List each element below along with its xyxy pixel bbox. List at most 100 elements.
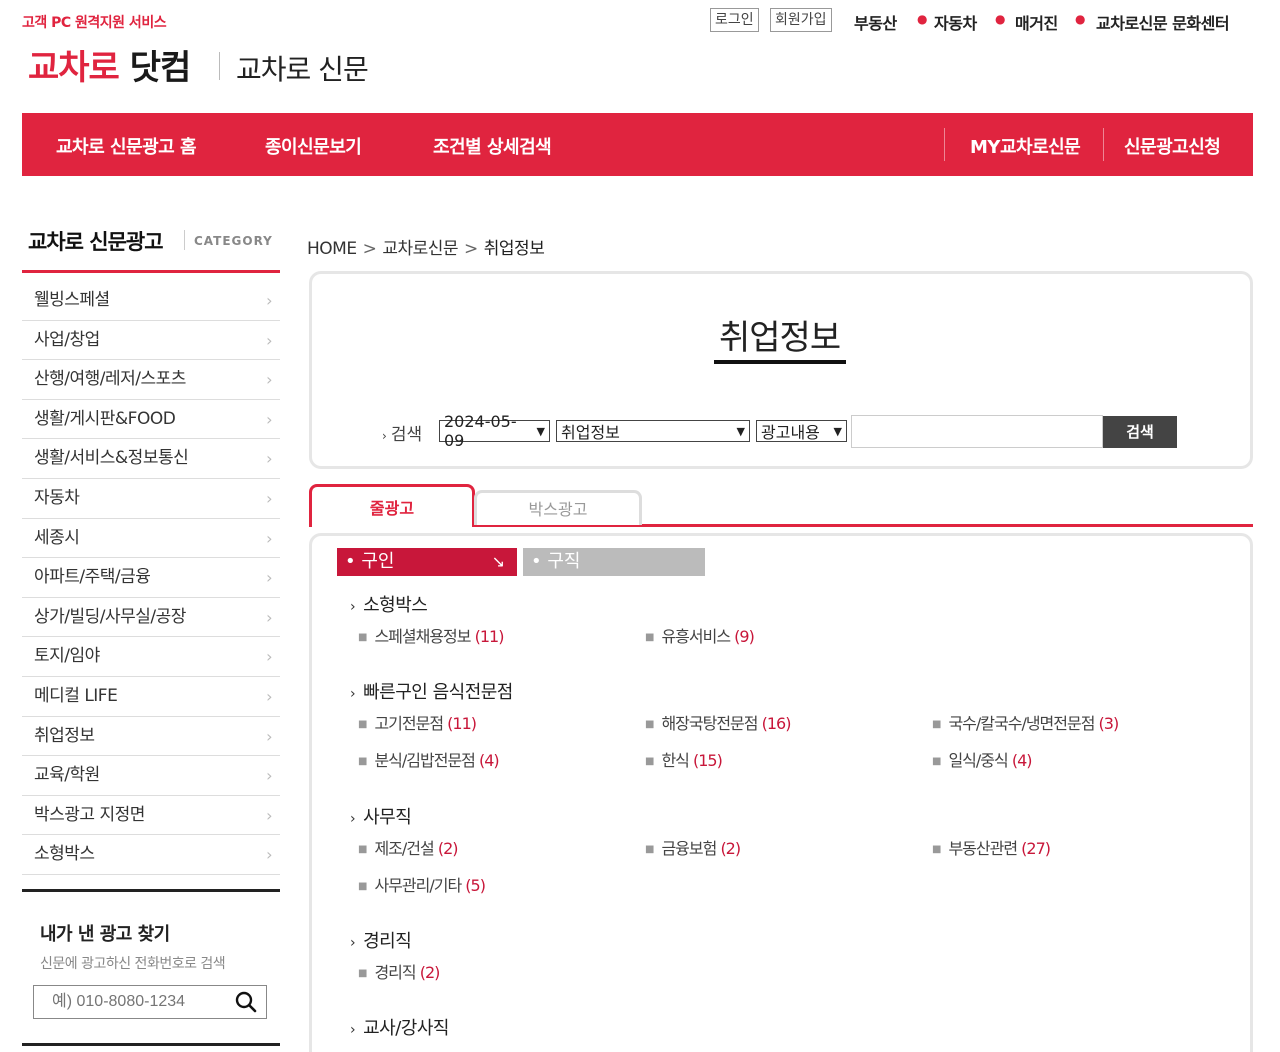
search-label-text: 검색 (390, 425, 423, 445)
nav-my[interactable]: MY교차로신문 (970, 133, 1081, 159)
sidebar-item-label: 상가/빌딩/사무실/공장 (34, 606, 186, 627)
list-item-count: (2) (437, 839, 459, 858)
group-title-text: 소형박스 (363, 595, 428, 616)
list-item[interactable]: ■ 유흥서비스 (9) (645, 623, 755, 647)
tab-box-ads[interactable]: 박스광고 (474, 490, 642, 525)
site-logo[interactable]: 교차로 닷컴 (28, 40, 191, 89)
sidebar-item-wellbeing[interactable]: 웰빙스페셜 › (22, 281, 280, 321)
chevron-right-icon: › (266, 370, 272, 390)
subtab-hiring-label: 구인 (361, 551, 395, 572)
top-link-realestate[interactable]: 부동산 (854, 10, 897, 34)
list-item[interactable]: ■ 제조/건설 (2) (358, 835, 458, 859)
list-item-count: (16) (761, 714, 792, 733)
sidebar-item-travel[interactable]: 산행/여행/레저/스포츠 › (22, 360, 280, 400)
sidebar-item-life-service[interactable]: 생활/서비스&정보통신 › (22, 439, 280, 479)
group-title: › 빠른구인 음식전문점 (350, 678, 513, 704)
list-item[interactable]: ■ 경리직 (2) (358, 959, 440, 983)
nav-separator (1103, 128, 1104, 161)
date-select[interactable]: 2024-05-09 ▼ (439, 412, 550, 450)
sidebar-item-apartment[interactable]: 아파트/주택/금융 › (22, 558, 280, 598)
chevron-right-icon: › (266, 488, 272, 508)
list-item-name: 고기전문점 (374, 714, 444, 733)
find-my-ad-box (33, 985, 267, 1019)
caret-right-icon: › (382, 429, 387, 443)
sidebar-item-car[interactable]: 자동차 › (22, 479, 280, 519)
list-item[interactable]: ■ 부동산관련 (27) (932, 835, 1051, 859)
list-item-count: (11) (474, 627, 505, 646)
field-select[interactable]: 광고내용 ▼ (756, 420, 847, 442)
sidebar-item-business[interactable]: 사업/창업 › (22, 321, 280, 361)
phone-search-input[interactable] (34, 986, 224, 1018)
subtab-jobseeking[interactable]: • 구직 (523, 548, 705, 576)
category-title: 교차로 신문광고 (28, 230, 164, 254)
sidebar-item-label: 소형박스 (34, 844, 95, 865)
subtab-jobseeking-label: 구직 (547, 551, 581, 572)
logo-subtitle[interactable]: 교차로 신문 (236, 48, 369, 88)
chevron-right-icon: › (266, 647, 272, 667)
chevron-down-icon: ▼ (536, 424, 545, 438)
list-item[interactable]: ■ 스페셜채용정보 (11) (358, 623, 505, 647)
list-item[interactable]: ■ 사무관리/기타 (5) (358, 872, 486, 896)
sidebar-item-life-food[interactable]: 생활/게시판&FOOD › (22, 400, 280, 440)
sidebar-item-box-ad[interactable]: 박스광고 지정면 › (22, 796, 280, 836)
nav-detail-search[interactable]: 조건별 상세검색 (433, 133, 552, 159)
top-link-culture-center[interactable]: 교차로신문 문화센터 (1096, 10, 1230, 34)
list-item-name: 사무관리/기타 (374, 876, 462, 895)
breadcrumb-paper[interactable]: 교차로신문 (382, 239, 458, 259)
bullet-icon: ■ (932, 719, 942, 730)
sidebar-item-jobs[interactable]: 취업정보 › (22, 717, 280, 757)
list-item-count: (2) (720, 839, 741, 858)
arrow-down-right-icon: ↘ (491, 552, 505, 571)
breadcrumb-home[interactable]: HOME (307, 239, 357, 259)
sidebar-item-label: 토지/임야 (34, 646, 100, 667)
nav-home[interactable]: 교차로 신문광고 홈 (56, 133, 197, 159)
sidebar-item-commercial[interactable]: 상가/빌딩/사무실/공장 › (22, 598, 280, 638)
sidebar-item-small-box[interactable]: 소형박스 › (22, 835, 280, 875)
nav-apply[interactable]: 신문광고신청 (1124, 133, 1221, 159)
group-title-text: 사무직 (363, 807, 412, 828)
group-title: › 사무직 (350, 803, 412, 829)
logo-red-text: 교차로 (28, 48, 120, 88)
top-link-car[interactable]: 자동차 (934, 10, 977, 34)
list-item-name: 유흥서비스 (661, 627, 731, 646)
list-item[interactable]: ■ 한식 (15) (645, 747, 723, 771)
chevron-down-icon: ▼ (833, 424, 842, 438)
tab-line-ads[interactable]: 줄광고 (309, 484, 475, 527)
list-item[interactable]: ■ 고기전문점 (11) (358, 710, 477, 734)
sidebar-item-label: 자동차 (34, 487, 80, 508)
list-item-count: (9) (734, 627, 755, 646)
list-item-name: 제조/건설 (374, 839, 434, 858)
list-item[interactable]: ■ 일식/중식 (4) (932, 747, 1032, 771)
top-link-magazine[interactable]: 매거진 (1015, 10, 1058, 34)
bullet-icon: ■ (645, 632, 655, 643)
login-button[interactable]: 로그인 (710, 8, 759, 32)
join-button[interactable]: 회원가입 (770, 8, 832, 32)
search-button[interactable]: 검색 (1103, 416, 1177, 448)
nav-paper-view[interactable]: 종이신문보기 (265, 133, 362, 159)
bullet-icon: ■ (932, 844, 942, 855)
breadcrumb-current: 취업정보 (483, 239, 545, 259)
sidebar-item-land[interactable]: 토지/임야 › (22, 637, 280, 677)
chevron-right-icon: › (266, 330, 272, 350)
search-icon[interactable] (234, 990, 258, 1014)
list-item[interactable]: ■ 국수/칼국수/냉면전문점 (3) (932, 710, 1119, 734)
remote-support-link[interactable]: 고객 PC 원격지원 서비스 (22, 12, 167, 32)
chevron-right-icon: › (266, 805, 272, 825)
sidebar-item-medical[interactable]: 메디컬 LIFE › (22, 677, 280, 717)
group-title: › 교사/강사직 (350, 1014, 449, 1040)
chevron-right-icon: › (266, 568, 272, 588)
chevron-right-icon: › (266, 528, 272, 548)
sidebar-item-label: 메디컬 LIFE (34, 685, 118, 706)
listing-panel (309, 533, 1253, 1052)
nav-separator (944, 128, 945, 161)
breadcrumb: HOME > 교차로신문 > 취업정보 (307, 234, 545, 259)
chevron-right-icon: › (266, 726, 272, 746)
sidebar-item-education[interactable]: 교육/학원 › (22, 756, 280, 796)
list-item[interactable]: ■ 분식/김밥전문점 (4) (358, 747, 500, 771)
category-select[interactable]: 취업정보 ▼ (556, 420, 750, 442)
subtab-hiring[interactable]: • 구인 ↘ (337, 548, 517, 576)
list-item[interactable]: ■ 해장국탕전문점 (16) (645, 710, 792, 734)
list-item[interactable]: ■ 금융보험 (2) (645, 835, 741, 859)
sidebar-item-sejong[interactable]: 세종시 › (22, 519, 280, 559)
keyword-input[interactable] (851, 415, 1103, 448)
